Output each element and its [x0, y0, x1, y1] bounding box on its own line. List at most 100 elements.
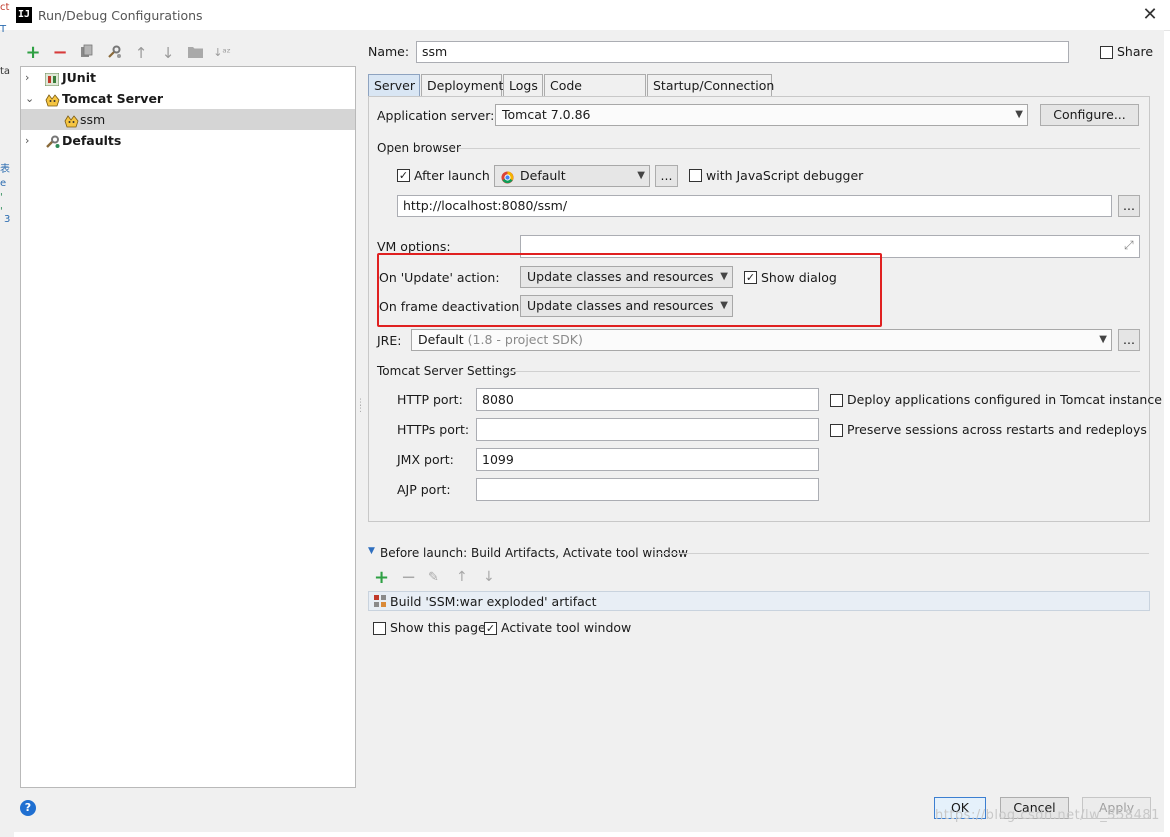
tree-item-ssm[interactable]: ssm: [21, 109, 355, 130]
edit-defaults-icon[interactable]: [105, 44, 123, 62]
background-window-edge: ct T ta 表 e ' ' 3: [0, 2, 14, 837]
browser-value: Default: [520, 168, 566, 183]
tree-item-label: ssm: [80, 112, 106, 127]
help-icon[interactable]: ?: [20, 800, 36, 816]
tree-item-junit[interactable]: › JUnit: [21, 67, 355, 88]
move-up-icon[interactable]: ↑: [456, 569, 468, 585]
collapse-triangle-icon[interactable]: ▼: [368, 546, 375, 556]
watermark: https://blog.csdn.net/lw_358481: [935, 808, 1160, 823]
http-port-label: HTTP port:: [397, 392, 463, 407]
tree-item-defaults[interactable]: › Defaults: [21, 130, 355, 151]
jre-value: Default: [418, 332, 464, 347]
tab-logs[interactable]: Logs: [503, 74, 543, 96]
highlight-annotation-box: [377, 253, 882, 327]
edge-glyph: ': [0, 192, 3, 203]
tab-startup-connection[interactable]: Startup/Connection: [647, 74, 774, 96]
junit-icon: [44, 71, 60, 87]
tree-item-label: Defaults: [62, 133, 122, 148]
deploy-apps-checkbox[interactable]: [830, 394, 843, 407]
jre-ellipsis-button[interactable]: ...: [1118, 329, 1140, 351]
edit-task-icon[interactable]: ✎: [428, 570, 439, 585]
after-launch-checkbox[interactable]: ✓: [397, 169, 410, 182]
edge-glyph: T: [0, 24, 7, 35]
configure-button[interactable]: Configure...: [1040, 104, 1139, 126]
title-bar: IJ Run/Debug Configurations ✕: [0, 0, 1170, 31]
wrench-icon: [45, 134, 60, 148]
chevron-down-icon: ▼: [637, 170, 645, 181]
chevron-down-icon: ▼: [1015, 109, 1023, 120]
divider: [458, 148, 1140, 149]
jre-label: JRE:: [377, 333, 402, 348]
jmx-port-input[interactable]: 1099: [476, 448, 819, 471]
edge-glyph: 表: [0, 164, 10, 175]
browser-settings-button[interactable]: ...: [655, 165, 678, 187]
tab-deployment[interactable]: Deployment: [421, 74, 503, 96]
remove-configuration-icon[interactable]: −: [51, 44, 69, 62]
folder-icon[interactable]: [186, 44, 204, 62]
edge-glyph: 3: [4, 214, 11, 225]
preserve-sessions-label: Preserve sessions across restarts and re…: [847, 422, 1147, 437]
artifact-build-icon: [373, 594, 387, 611]
tomcat-icon: [64, 113, 79, 128]
chevron-down-icon[interactable]: ⌄: [25, 88, 37, 109]
before-launch-task-row[interactable]: Build 'SSM:war exploded' artifact: [368, 591, 1150, 611]
edge-glyph: e: [0, 178, 7, 189]
edge-glyph: ': [0, 206, 3, 217]
move-down-icon[interactable]: ↓: [159, 44, 177, 62]
show-page-checkbox[interactable]: [373, 622, 386, 635]
add-configuration-icon[interactable]: +: [24, 44, 42, 62]
chevron-right-icon[interactable]: ›: [25, 130, 37, 151]
show-page-label: Show this page: [390, 620, 486, 635]
js-debugger-label: with JavaScript debugger: [706, 168, 864, 183]
preserve-sessions-checkbox[interactable]: [830, 424, 843, 437]
app-server-select[interactable]: Tomcat 7.0.86 ▼: [495, 104, 1028, 126]
tomcat-icon: [45, 92, 60, 107]
tab-code-coverage[interactable]: Code Coverage: [544, 74, 646, 114]
share-label: Share: [1117, 44, 1154, 59]
window-title: Run/Debug Configurations: [38, 8, 203, 23]
js-debugger-checkbox[interactable]: [689, 169, 702, 182]
ajp-port-label: AJP port:: [397, 482, 451, 497]
edge-glyph: ct: [0, 2, 10, 13]
remove-task-icon[interactable]: −: [401, 567, 416, 588]
app-server-label: Application server:: [377, 108, 495, 123]
chevron-down-icon: ▼: [1099, 334, 1107, 345]
divider: [500, 371, 1140, 372]
ajp-port-input[interactable]: [476, 478, 819, 501]
artifact-task-label: Build 'SSM:war exploded' artifact: [390, 594, 597, 609]
configuration-tree: › JUnit ⌄ Tomcat Server ssm › Defaults: [20, 66, 356, 788]
url-ellipsis-button[interactable]: ...: [1118, 195, 1140, 217]
move-down-icon[interactable]: ↓: [483, 569, 495, 585]
name-label: Name:: [368, 44, 410, 59]
activate-tool-window-checkbox[interactable]: ✓: [484, 622, 497, 635]
jre-hint: (1.8 - project SDK): [467, 332, 583, 347]
https-port-input[interactable]: [476, 418, 819, 441]
url-input[interactable]: http://localhost:8080/ssm/: [397, 195, 1112, 217]
copy-configuration-icon[interactable]: [78, 44, 96, 62]
edge-glyph: ta: [0, 66, 11, 77]
intellij-icon: IJ: [16, 7, 32, 23]
jmx-port-label: JMX port:: [397, 452, 454, 467]
open-browser-label: Open browser: [377, 141, 461, 155]
splitter-handle[interactable]: ⋮ ⋮: [356, 399, 365, 420]
activate-tool-window-label: Activate tool window: [501, 620, 632, 635]
tab-server[interactable]: Server: [368, 74, 420, 96]
browser-select[interactable]: Default ▼: [494, 165, 650, 187]
chevron-right-icon[interactable]: ›: [25, 67, 37, 88]
jre-select[interactable]: Default (1.8 - project SDK) ▼: [411, 329, 1112, 351]
move-up-icon[interactable]: ↑: [132, 44, 150, 62]
add-task-icon[interactable]: +: [374, 567, 389, 588]
name-input[interactable]: ssm: [416, 41, 1069, 63]
tree-item-tomcat-server[interactable]: ⌄ Tomcat Server: [21, 88, 355, 109]
https-port-label: HTTPs port:: [397, 422, 470, 437]
before-launch-header: Before launch: Build Artifacts, Activate…: [380, 546, 688, 560]
http-port-input[interactable]: 8080: [476, 388, 819, 411]
expand-icon[interactable]: ⤢: [1124, 238, 1134, 253]
divider: [656, 553, 1149, 554]
close-icon[interactable]: ✕: [1138, 3, 1162, 27]
share-checkbox[interactable]: [1100, 46, 1113, 59]
sort-icon[interactable]: ↓ᵃᶻ: [213, 44, 231, 62]
tomcat-settings-label: Tomcat Server Settings: [377, 364, 517, 378]
chrome-icon: [501, 170, 514, 190]
vm-options-label: VM options:: [377, 239, 451, 254]
